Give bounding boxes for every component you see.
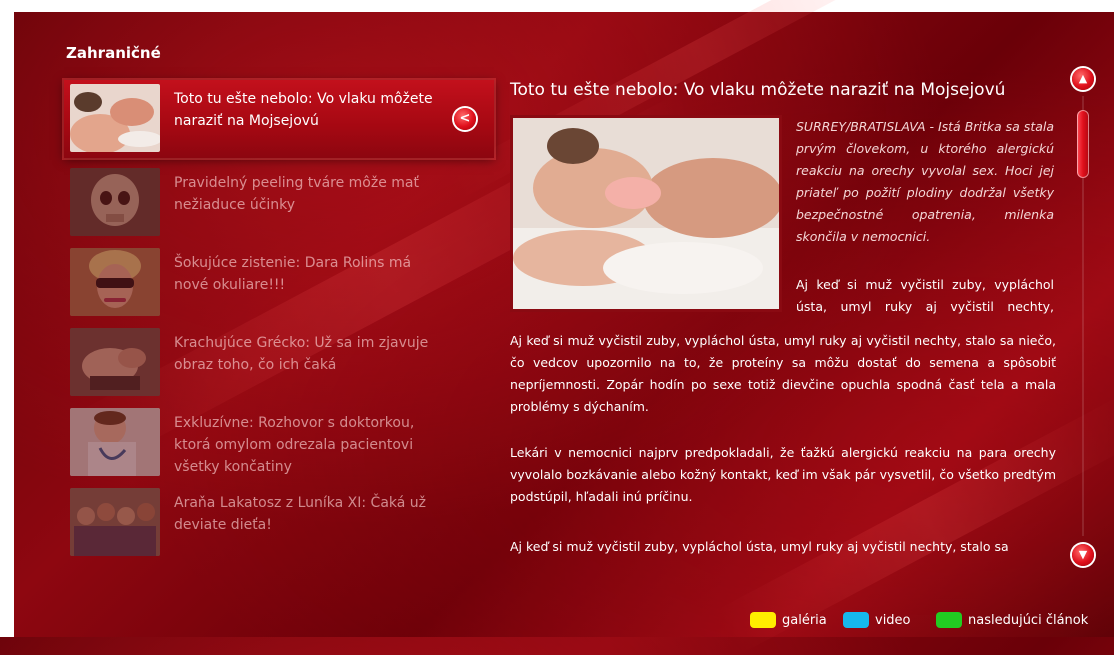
blue-key-icon (843, 612, 869, 628)
article-title: Toto tu ešte nebolo: Vo vlaku môžete nar… (510, 80, 1006, 100)
article-list-item-title: Krachujúce Grécko: Už sa im zjavuje obra… (174, 335, 429, 373)
scroll-down-button[interactable]: ▼ (1072, 544, 1094, 566)
article-list-item-title: Araňa Lakatosz z Luníka XI: Čaká už devi… (174, 495, 427, 533)
article-list-item-active[interactable]: Toto tu ešte nebolo: Vo vlaku môžete nar… (64, 80, 494, 158)
legend-gallery[interactable]: galéria (750, 610, 827, 630)
legend-next-article[interactable]: nasledujúci článok (936, 610, 1088, 630)
article-list-item-title: Šokujúce zistenie: Dara Rolins má nové o… (174, 255, 412, 293)
section-title: Zahraničné (66, 44, 161, 62)
article-paragraph: Aj keď si muž vyčistil zuby, vypláchol ú… (510, 333, 1056, 414)
photo-hands-thumbnail (70, 328, 160, 396)
article-list-item[interactable]: Exkluzívne: Rozhovor s doktorkou, ktorá … (64, 404, 464, 480)
green-key-icon (936, 612, 962, 628)
photo-couple-thumbnail (70, 84, 160, 152)
thumbnail-dim-overlay (70, 328, 160, 396)
scroll-up-button[interactable]: ▲ (1072, 68, 1094, 90)
thumbnail-dim-overlay (70, 488, 160, 556)
article-paragraph: Lekári v nemocnici najprv predpokladali,… (510, 445, 1056, 504)
scroll-thumb[interactable] (1077, 110, 1089, 178)
chevron-left-icon: < (459, 111, 471, 126)
thumbnail-dim-overlay (70, 408, 160, 476)
article-list-item-title: Pravidelný peeling tváre môže mať nežiad… (174, 175, 419, 213)
article-paragraph: Aj keď si muž vyčistil zuby, vypláchol ú… (510, 539, 1009, 554)
chevron-down-icon: ▼ (1078, 548, 1088, 561)
article-list-item[interactable]: Pravidelný peeling tváre môže mať nežiad… (64, 164, 464, 240)
photo-crowd-thumbnail (70, 488, 160, 556)
photo-couple-image (70, 84, 160, 152)
article-list-item-title: Exkluzívne: Rozhovor s doktorkou, ktorá … (174, 415, 415, 475)
yellow-key-icon (750, 612, 776, 628)
photo-skull-thumbnail (70, 168, 160, 236)
frame-top-border (0, 0, 1114, 12)
collapse-left-button[interactable]: < (454, 108, 476, 130)
article-photo-image (513, 118, 779, 309)
legend-label: nasledujúci článok (968, 612, 1089, 628)
legend-label: video (875, 612, 911, 628)
thumbnail-dim-overlay (70, 248, 160, 316)
photo-doctor-thumbnail (70, 408, 160, 476)
photo-sunglasses-woman-thumbnail (70, 248, 160, 316)
article-text-beside-photo: Aj keď si muž vyčistil zuby, vypláchol ú… (796, 277, 1054, 314)
chevron-up-icon: ▲ (1078, 72, 1088, 85)
article-list-item[interactable]: Krachujúce Grécko: Už sa im zjavuje obra… (64, 324, 464, 400)
legend-video[interactable]: video (843, 610, 911, 630)
article-list-item-title: Toto tu ešte nebolo: Vo vlaku môžete nar… (174, 91, 433, 129)
thumbnail-dim-overlay (70, 168, 160, 236)
article-photo (510, 115, 782, 312)
article-lead: SURREY/BRATISLAVA - Istá Britka sa stala… (796, 119, 1055, 244)
article-list-item[interactable]: Araňa Lakatosz z Luníka XI: Čaká už devi… (64, 484, 464, 560)
frame-left-border (0, 0, 14, 637)
legend-label: galéria (782, 612, 827, 628)
article-list-item[interactable]: Šokujúce zistenie: Dara Rolins má nové o… (64, 244, 464, 320)
